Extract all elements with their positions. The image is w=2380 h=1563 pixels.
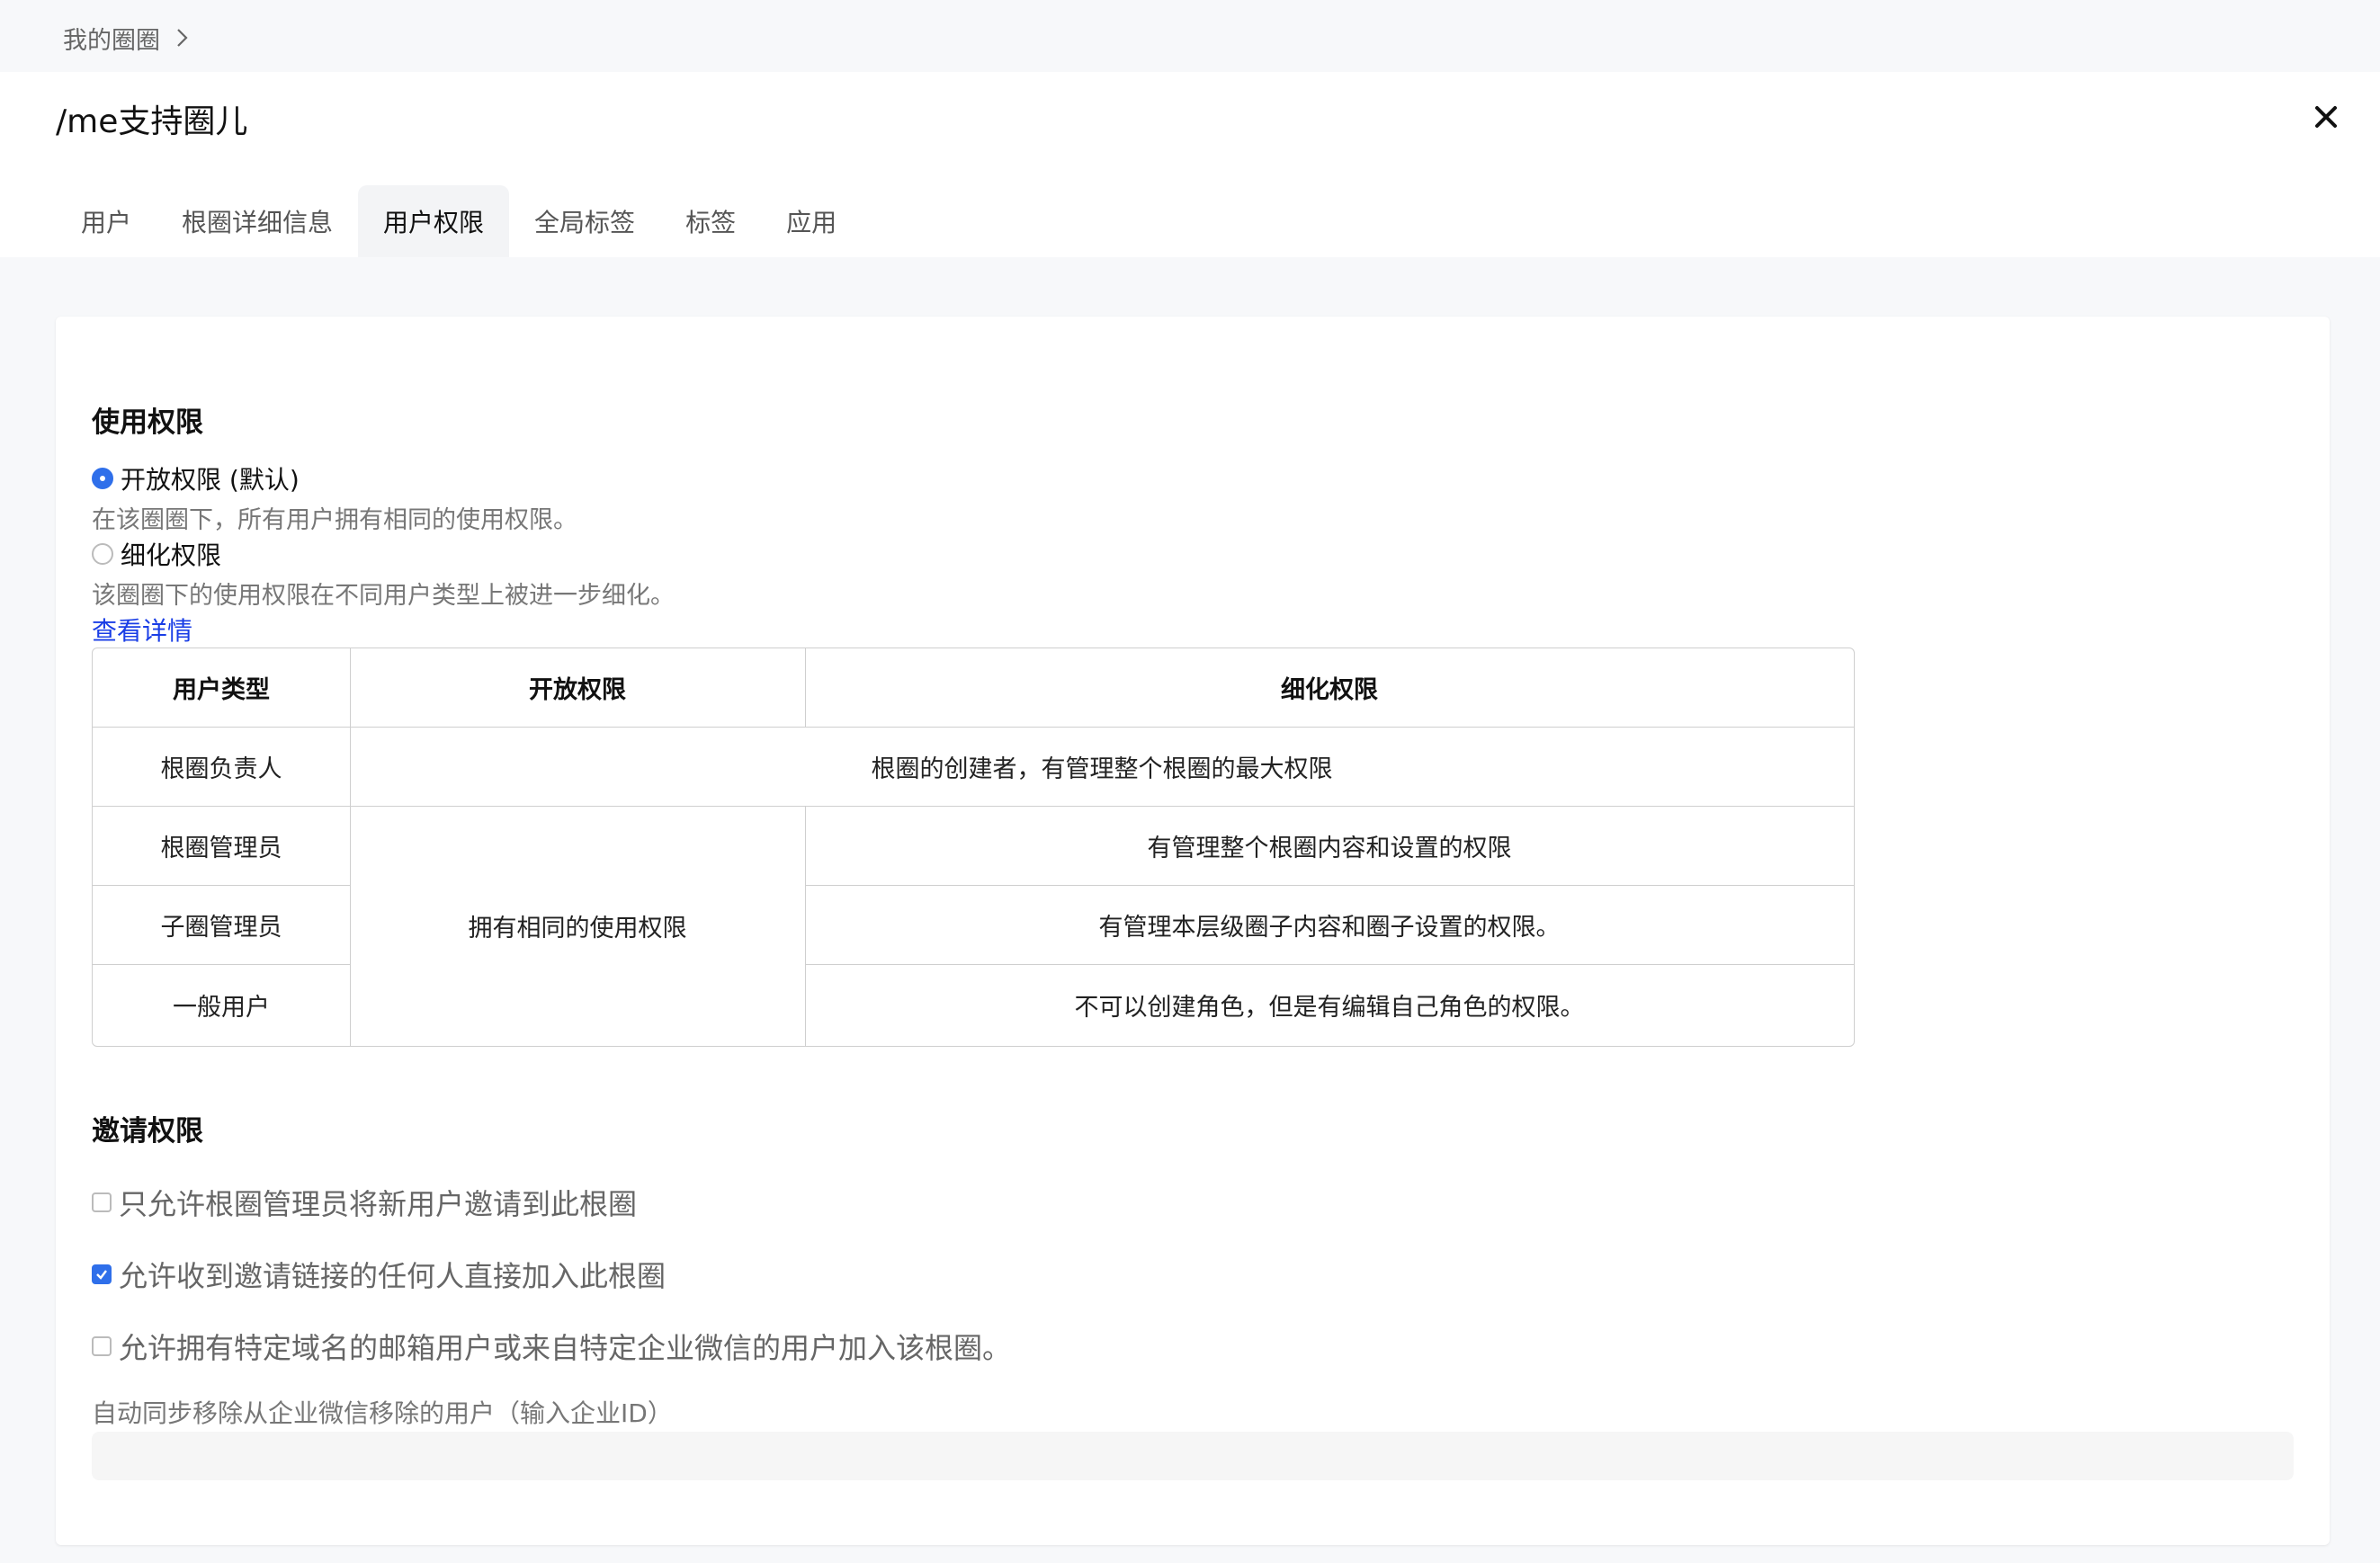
table-divider: [93, 727, 1854, 728]
checkbox-label: 只允许根圈管理员将新用户邀请到此根圈: [119, 1187, 638, 1221]
table-divider: [805, 964, 1854, 965]
invite-section-title: 邀请权限: [92, 1115, 203, 1148]
checkbox-label: 允许拥有特定域名的邮箱用户或来自特定企业微信的用户加入该根圈。: [119, 1331, 1012, 1365]
permissions-table: 用户类型 开放权限 细化权限 根圈负责人 根圈的创建者，有管理整个根圈的最大权限…: [92, 648, 1855, 1047]
tab-global-tags[interactable]: 全局标签: [509, 185, 660, 257]
table-divider: [93, 885, 350, 886]
check-icon: [96, 1270, 107, 1280]
tab-tags[interactable]: 标签: [660, 185, 761, 257]
checkbox[interactable]: [92, 1336, 112, 1356]
tab-users[interactable]: 用户: [56, 185, 157, 257]
tab-apps[interactable]: 应用: [761, 185, 862, 257]
tab-root-details[interactable]: 根圈详细信息: [157, 185, 358, 257]
table-cell-fine-permission: 不可以创建角色，但是有编辑自己角色的权限。: [1074, 993, 1585, 1022]
enterprise-id-input[interactable]: [92, 1432, 2294, 1480]
radio-open-permission[interactable]: 开放权限 (默认): [92, 460, 300, 496]
checkbox[interactable]: [92, 1192, 112, 1212]
radio-fine-permission[interactable]: 细化权限: [92, 536, 221, 572]
permissions-card: 使用权限 开放权限 (默认) 在该圈圈下，所有用户拥有相同的使用权限。 细化权限…: [56, 317, 2330, 1545]
table-cell-user-type: 一般用户: [173, 993, 270, 1022]
page-title: /me支持圈儿: [56, 103, 248, 140]
table-cell-merged: 根圈的创建者，有管理整个根圈的最大权限: [871, 755, 1333, 783]
table-divider: [93, 964, 350, 965]
table-cell-user-type: 根圈负责人: [160, 755, 282, 783]
radio-button[interactable]: [92, 543, 113, 565]
checkbox[interactable]: [92, 1264, 112, 1284]
checkbox-label: 允许收到邀请链接的任何人直接加入此根圈: [119, 1259, 667, 1293]
page: 我的圈圈 /me支持圈儿 用户 根圈详细信息 用户权限 全局标签 标签 应用 使…: [0, 0, 2380, 1563]
usage-section-title: 使用权限: [92, 406, 203, 439]
table-header-cell: 细化权限: [1281, 676, 1378, 704]
table-divider: [93, 806, 1854, 807]
radio-label: 细化权限: [121, 540, 222, 570]
enterprise-id-label: 自动同步移除从企业微信移除的用户（输入企业ID）: [92, 1398, 673, 1428]
breadcrumb: 我的圈圈: [63, 18, 192, 58]
radio-label: 开放权限 (默认): [121, 465, 300, 495]
tab-bar: 用户 根圈详细信息 用户权限 全局标签 标签 应用: [56, 185, 862, 257]
table-divider: [805, 806, 806, 1046]
view-details-link[interactable]: 查看详情: [92, 612, 192, 648]
option-description: 在该圈圈下，所有用户拥有相同的使用权限。: [92, 506, 577, 534]
table-cell-fine-permission: 有管理整个根圈内容和设置的权限: [1147, 835, 1512, 862]
table-cell-fine-permission: 有管理本层级圈子内容和圈子设置的权限。: [1098, 914, 1561, 942]
table-cell-open-permission: 拥有相同的使用权限: [468, 914, 687, 942]
option-description: 该圈圈下的使用权限在不同用户类型上被进一步细化。: [92, 582, 675, 610]
checkbox-domain-join[interactable]: 允许拥有特定域名的邮箱用户或来自特定企业微信的用户加入该根圈。: [92, 1326, 1011, 1367]
chevron-right-icon: [173, 28, 192, 48]
table-cell-user-type: 子圈管理员: [160, 914, 282, 942]
checkbox-link-join[interactable]: 允许收到邀请链接的任何人直接加入此根圈: [92, 1254, 666, 1295]
table-divider: [805, 648, 806, 728]
breadcrumb-item[interactable]: 我的圈圈: [63, 21, 160, 56]
tab-user-permissions[interactable]: 用户权限: [358, 185, 510, 257]
table-cell-user-type: 根圈管理员: [160, 835, 282, 862]
close-icon[interactable]: [2308, 99, 2344, 135]
table-divider: [805, 885, 1854, 886]
table-header-cell: 开放权限: [529, 676, 626, 704]
table-divider: [350, 648, 351, 1046]
table-header-cell: 用户类型: [173, 676, 270, 704]
radio-button[interactable]: [92, 468, 113, 489]
checkbox-admin-invite-only[interactable]: 只允许根圈管理员将新用户邀请到此根圈: [92, 1182, 637, 1223]
